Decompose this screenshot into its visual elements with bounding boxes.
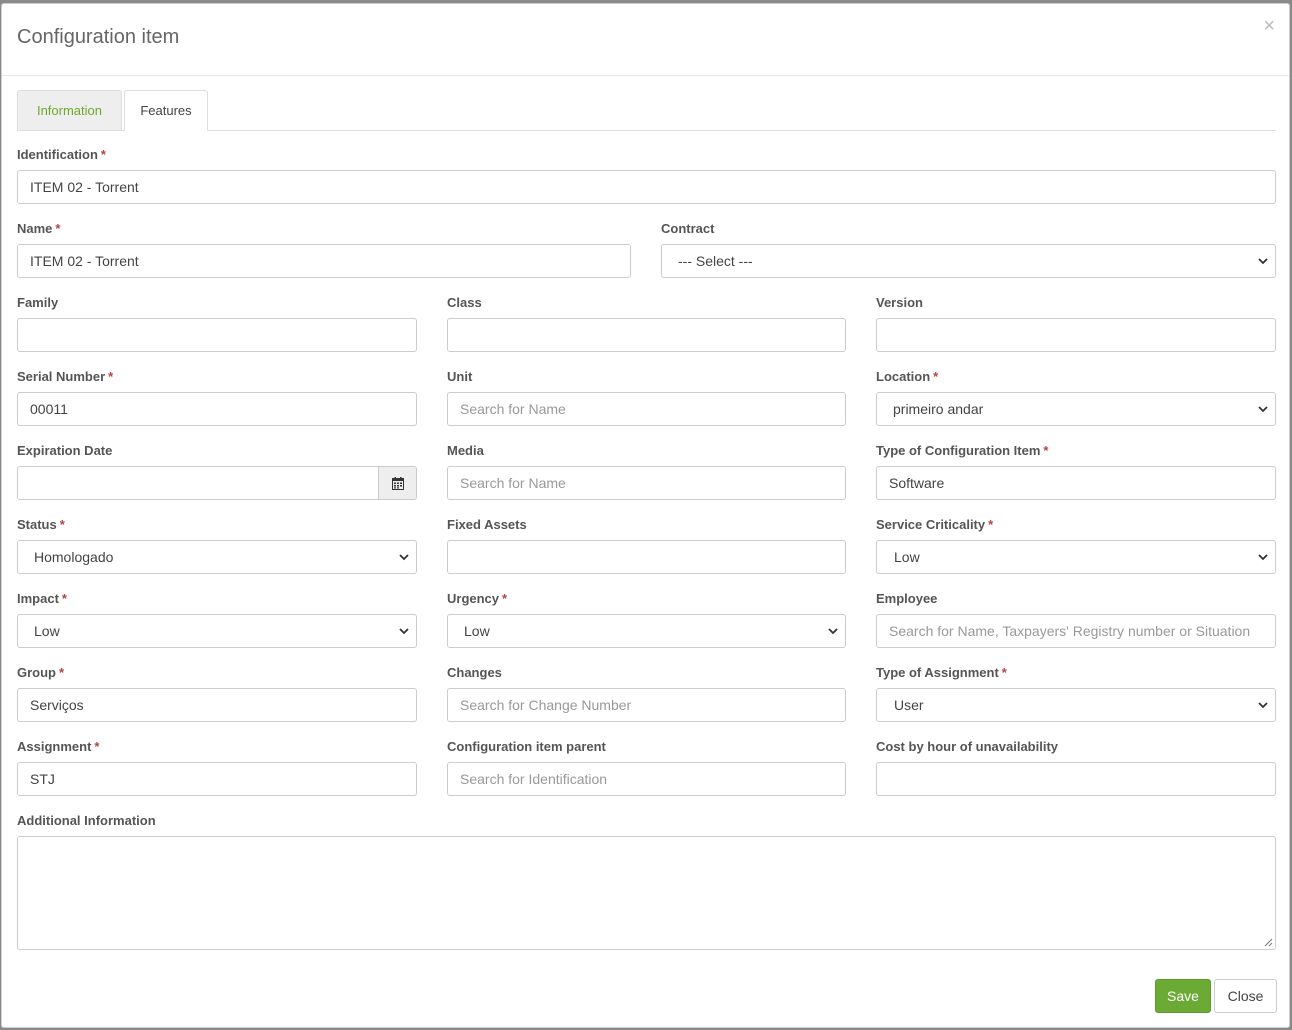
type-assignment-select[interactable]: User xyxy=(876,688,1276,722)
assignment-group: Assignment * STJ xyxy=(17,738,417,796)
status-label: Status * xyxy=(17,517,65,532)
urgency-label: Urgency * xyxy=(447,591,508,606)
service-criticality-group: Service Criticality * Low xyxy=(876,516,1276,574)
fixed-assets-group: Fixed Assets xyxy=(447,516,846,574)
type-assignment-group: Type of Assignment * User xyxy=(876,664,1276,722)
urgency-select[interactable]: Low xyxy=(447,614,846,648)
additional-info-group: Additional Information xyxy=(17,812,1276,950)
cost-hour-group: Cost by hour of unavailability xyxy=(876,738,1276,796)
changes-label: Changes xyxy=(447,665,502,680)
family-input[interactable] xyxy=(17,318,417,352)
class-group: Class xyxy=(447,294,846,352)
employee-group: Employee Search for Name, Taxpayers' Reg… xyxy=(876,590,1276,648)
version-input[interactable] xyxy=(876,318,1276,352)
group-input[interactable]: Serviços xyxy=(17,688,417,722)
calendar-icon xyxy=(391,476,404,490)
cost-hour-input[interactable] xyxy=(876,762,1276,796)
chevron-down-icon xyxy=(1258,258,1268,265)
modal-header: Configuration item × xyxy=(2,4,1289,76)
name-input[interactable]: ITEM 02 - Torrent xyxy=(17,244,631,278)
ci-parent-group: Configuration item parent Search for Ide… xyxy=(447,738,846,796)
serial-number-input[interactable]: 00011 xyxy=(17,392,417,426)
media-label: Media xyxy=(447,443,484,458)
identification-group: Identification * ITEM 02 - Torrent xyxy=(17,146,1276,204)
additional-info-textarea[interactable] xyxy=(17,836,1276,950)
save-button[interactable]: Save xyxy=(1155,979,1211,1013)
name-group: Name * ITEM 02 - Torrent xyxy=(17,220,631,278)
type-ci-group: Type of Configuration Item * Software xyxy=(876,442,1276,500)
location-select[interactable]: primeiro andar xyxy=(876,392,1276,426)
tab-features[interactable]: Features xyxy=(124,90,208,131)
serial-number-label: Serial Number * xyxy=(17,369,114,384)
identification-label: Identification * xyxy=(17,147,106,162)
chevron-down-icon xyxy=(1258,702,1268,709)
configuration-item-modal: Configuration item × Information Feature… xyxy=(1,3,1290,1028)
status-group: Status * Homologado xyxy=(17,516,417,574)
group-group: Group * Serviços xyxy=(17,664,417,722)
ci-parent-label: Configuration item parent xyxy=(447,739,606,754)
chevron-down-icon xyxy=(399,628,409,635)
fixed-assets-input[interactable] xyxy=(447,540,846,574)
expiration-date-label: Expiration Date xyxy=(17,443,113,458)
changes-search-input[interactable]: Search for Change Number xyxy=(447,688,846,722)
assignment-label: Assignment * xyxy=(17,739,100,754)
urgency-group: Urgency * Low xyxy=(447,590,846,648)
family-group: Family xyxy=(17,294,417,352)
ci-parent-search-input[interactable]: Search for Identification xyxy=(447,762,846,796)
unit-group: Unit Search for Name xyxy=(447,368,846,426)
service-criticality-select[interactable]: Low xyxy=(876,540,1276,574)
changes-group: Changes Search for Change Number xyxy=(447,664,846,722)
contract-group: Contract --- Select --- xyxy=(661,220,1276,278)
contract-select[interactable]: --- Select --- xyxy=(661,244,1276,278)
close-button[interactable]: Close xyxy=(1214,979,1277,1013)
location-group: Location * primeiro andar xyxy=(876,368,1276,426)
media-group: Media Search for Name xyxy=(447,442,846,500)
media-search-input[interactable]: Search for Name xyxy=(447,466,846,500)
expiration-date-input[interactable] xyxy=(17,466,379,500)
type-assignment-label: Type of Assignment * xyxy=(876,665,1007,680)
expiration-date-picker xyxy=(17,466,417,500)
class-label: Class xyxy=(447,295,482,310)
service-criticality-label: Service Criticality * xyxy=(876,517,994,532)
name-label: Name * xyxy=(17,221,61,236)
unit-search-input[interactable]: Search for Name xyxy=(447,392,846,426)
contract-label: Contract xyxy=(661,221,715,236)
group-label: Group * xyxy=(17,665,65,680)
modal-title: Configuration item xyxy=(17,26,180,48)
version-group: Version xyxy=(876,294,1276,352)
type-ci-label: Type of Configuration Item * xyxy=(876,443,1049,458)
family-label: Family xyxy=(17,295,59,310)
chevron-down-icon xyxy=(1258,406,1268,413)
expiration-date-group: Expiration Date xyxy=(17,442,417,500)
unit-label: Unit xyxy=(447,369,473,384)
impact-group: Impact * Low xyxy=(17,590,417,648)
chevron-down-icon xyxy=(1258,554,1268,561)
additional-info-label: Additional Information xyxy=(17,813,156,828)
tab-bar: Information Features xyxy=(17,90,1276,131)
impact-select[interactable]: Low xyxy=(17,614,417,648)
fixed-assets-label: Fixed Assets xyxy=(447,517,527,532)
tab-information[interactable]: Information xyxy=(17,90,122,130)
version-label: Version xyxy=(876,295,923,310)
close-icon[interactable]: × xyxy=(1263,16,1275,36)
calendar-button[interactable] xyxy=(379,466,417,500)
identification-input[interactable]: ITEM 02 - Torrent xyxy=(17,170,1276,204)
status-select[interactable]: Homologado xyxy=(17,540,417,574)
assignment-input[interactable]: STJ xyxy=(17,762,417,796)
employee-label: Employee xyxy=(876,591,938,606)
resize-handle-icon[interactable] xyxy=(1264,938,1273,947)
class-input[interactable] xyxy=(447,318,846,352)
type-ci-input[interactable]: Software xyxy=(876,466,1276,500)
impact-label: Impact * xyxy=(17,591,67,606)
chevron-down-icon xyxy=(399,554,409,561)
employee-search-input[interactable]: Search for Name, Taxpayers' Registry num… xyxy=(876,614,1276,648)
cost-hour-label: Cost by hour of unavailability xyxy=(876,739,1059,754)
serial-number-group: Serial Number * 00011 xyxy=(17,368,417,426)
chevron-down-icon xyxy=(828,628,838,635)
location-label: Location * xyxy=(876,369,939,384)
